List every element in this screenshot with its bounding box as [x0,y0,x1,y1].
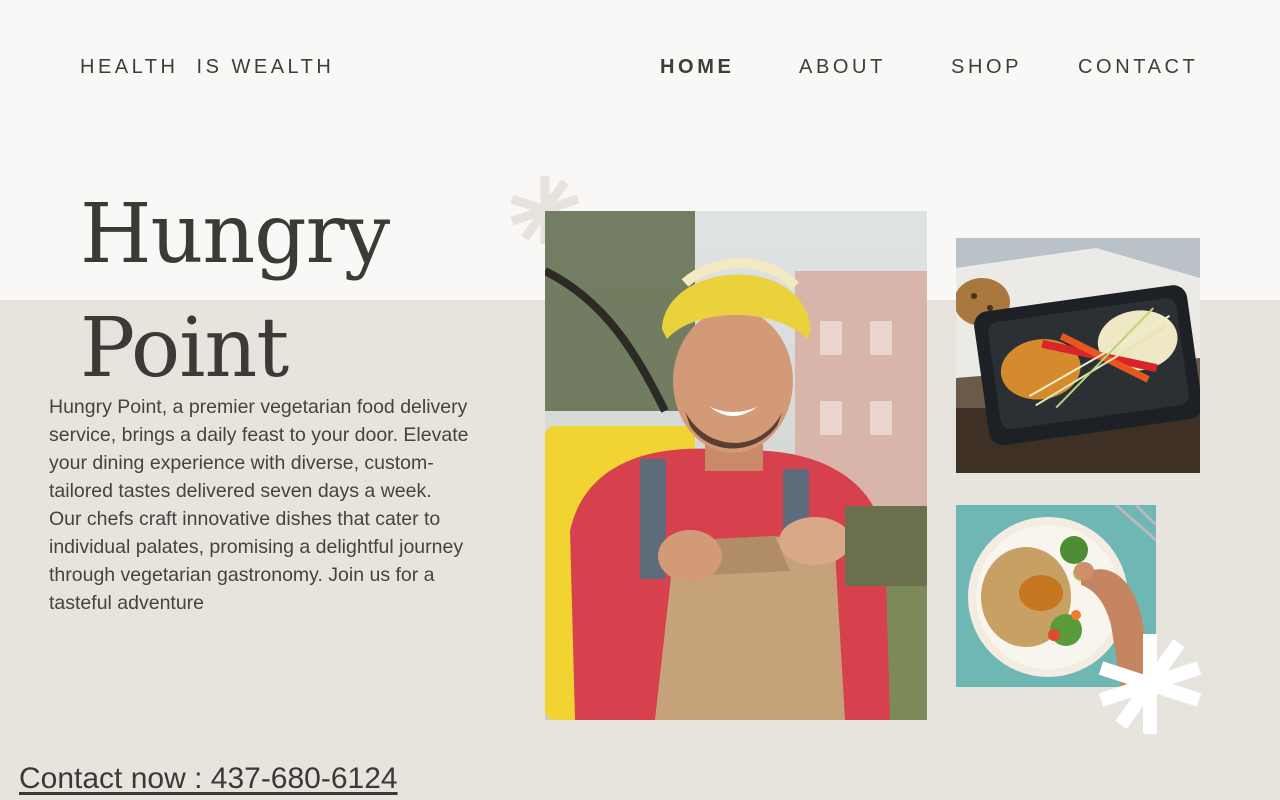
hero-title: Hungry Point [80,178,390,406]
nav-contact[interactable]: CONTACT [1078,56,1198,79]
hero-title-line-1: Hungry [80,187,390,282]
nav-shop[interactable]: SHOP [951,56,1022,79]
main-nav: HOME ABOUT SHOP CONTACT [0,56,1280,86]
nav-about[interactable]: ABOUT [799,56,886,79]
contact-phone-link[interactable]: Contact now : 437-680-6124 [19,762,398,796]
takeout-meal-container-photo [956,238,1200,473]
hero-description: Hungry Point, a premier vegetarian food … [49,396,469,614]
asterisk-decoration-icon [1098,634,1202,734]
delivery-courier-photo [545,211,927,720]
nav-home[interactable]: HOME [660,56,734,79]
hero-title-line-2: Point [80,301,289,396]
